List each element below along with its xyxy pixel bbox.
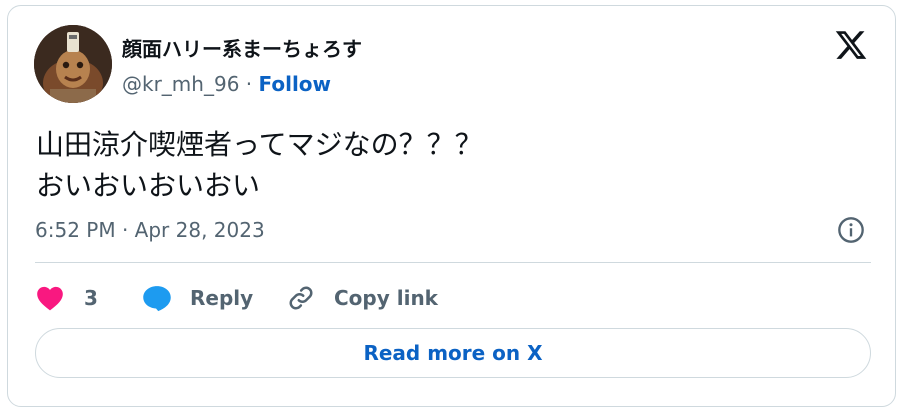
avatar-image xyxy=(34,25,112,103)
tweet-text-line: おいおいおいおい xyxy=(36,169,261,202)
copy-link-label: Copy link xyxy=(334,286,438,310)
info-icon[interactable] xyxy=(837,216,865,244)
timestamp[interactable]: 6:52 PM · Apr 28, 2023 xyxy=(35,218,265,242)
read-more-button[interactable]: Read more on X xyxy=(35,328,871,378)
follow-link[interactable]: Follow xyxy=(259,72,332,96)
heart-icon xyxy=(37,286,63,311)
divider xyxy=(35,262,871,263)
user-handle[interactable]: @kr_mh_96 xyxy=(122,72,239,96)
handle-row: @kr_mh_96 · Follow xyxy=(122,72,331,96)
tweet-text-line: 山田涼介喫煙者ってマジなの？？？ xyxy=(36,128,483,161)
avatar[interactable] xyxy=(34,25,112,103)
speech-bubble-icon xyxy=(143,286,171,312)
like-count: 3 xyxy=(84,286,98,310)
reply-button[interactable]: Reply xyxy=(142,280,253,316)
like-button[interactable]: 3 xyxy=(36,280,98,316)
tweet-card: 顔面ハリー系まーちょろす @kr_mh_96 · Follow 山田涼介喫煙者っ… xyxy=(7,5,896,407)
tweet-text: 山田涼介喫煙者ってマジなの？？？ おいおいおいおい xyxy=(36,124,483,206)
copy-link-button[interactable]: Copy link xyxy=(286,280,438,316)
reply-label: Reply xyxy=(190,286,254,310)
x-logo-icon[interactable] xyxy=(834,28,868,62)
link-icon xyxy=(289,286,313,310)
separator-dot: · xyxy=(245,72,253,96)
display-name[interactable]: 顔面ハリー系まーちょろす xyxy=(122,33,362,62)
